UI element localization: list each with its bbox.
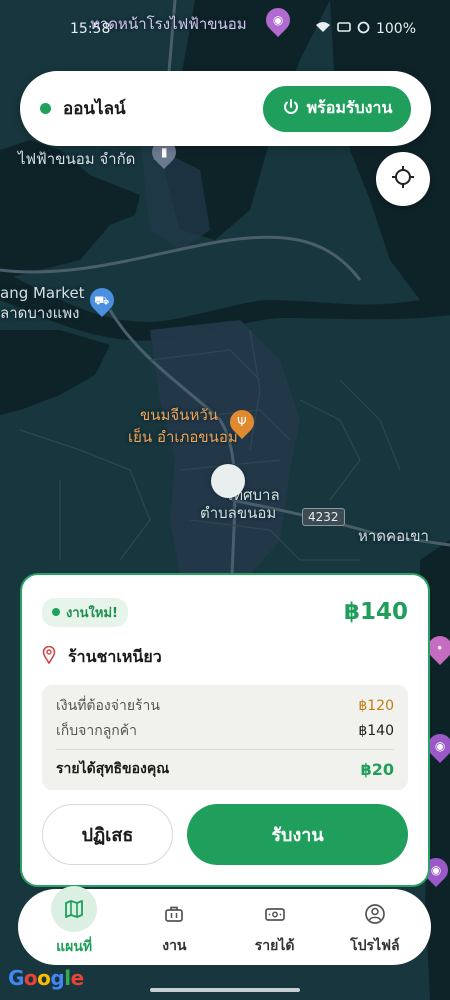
nav-item-profile[interactable]: โปรไฟล์ [330,897,420,957]
cash-icon [252,897,298,931]
current-location-marker [211,464,245,498]
ready-button-label: พร้อมรับงาน [306,98,393,117]
job-price: ฿140 [343,599,408,625]
nav-label-jobs: งาน [162,938,187,954]
new-job-badge-label: งานใหม่! [66,605,118,621]
net-income-row: รายได้สุทธิของคุณ ฿20 [56,754,394,784]
crosshair-icon [390,164,416,194]
nav-label-map: แผนที่ [56,939,93,955]
pay-shop-value: ฿120 [358,697,394,714]
collect-value: ฿140 [358,722,394,739]
nav-label-profile: โปรไฟล์ [350,938,400,954]
online-dot-icon [40,103,51,114]
shop-name: ร้านชาเหนียว [68,646,162,666]
battery-saver-icon [337,21,351,37]
collect-label: เก็บจากลูกค้า [56,722,137,739]
wifi-icon [315,21,331,37]
nav-item-earnings[interactable]: รายได้ [230,897,320,957]
breakdown-divider [56,749,394,750]
map-label-beach-right: หาดคอเขา [358,527,429,545]
payment-breakdown: เงินที่ต้องจ่ายร้าน ฿120 เก็บจากลูกค้า ฿… [42,685,408,790]
map-label-power-company: ไฟฟ้าขนอม จำกัด [18,150,136,168]
online-status-label: ออนไลน์ [63,99,126,119]
battery-ring-icon [357,21,370,38]
online-status-card: ออนไลน์ พร้อมรับงาน [20,71,431,146]
map-label-town-line2: ตำบลขนอม [200,504,277,522]
nav-label-earnings: รายได้ [254,938,295,954]
badge-dot-icon [52,608,60,616]
road-number-shield: 4232 [302,508,345,526]
online-status: ออนไลน์ [40,95,126,122]
power-icon [282,98,300,120]
nav-item-jobs[interactable]: งาน [129,897,219,957]
briefcase-icon [151,897,197,931]
reject-button[interactable]: ปฏิเสธ [42,804,173,865]
map-label-restaurant-line1: ขนมจีนหวัน [140,406,219,424]
net-income-label: รายได้สุทธิของคุณ [56,761,170,777]
location-pin-icon [42,645,56,668]
collect-row: เก็บจากลูกค้า ฿140 [56,718,394,743]
bottom-nav: แผนที่ งาน รายได้ โปรไฟล์ [18,886,431,965]
pay-shop-row: เงินที่ต้องจ่ายร้าน ฿120 [56,693,394,718]
google-logo: Google [8,966,84,990]
locate-me-button[interactable] [376,152,430,206]
map-label-market-en: ang Market [0,284,85,302]
battery-percent: 100% [375,21,416,37]
pay-shop-label: เงินที่ต้องจ่ายร้าน [56,697,160,714]
profile-icon [352,897,398,931]
job-offer-card: งานใหม่! ฿140 ร้านชาเหนียว เงินที่ต้องจ่… [20,573,430,887]
map-label-market-th: ลาดบางแพง [0,304,80,322]
status-time: 15:58 [70,21,111,37]
map-icon [51,886,98,932]
status-bar: 15:58 100% [0,18,450,40]
new-job-badge: งานใหม่! [42,597,128,627]
net-income-value: ฿20 [360,759,394,779]
home-indicator[interactable] [150,988,300,992]
map-label-restaurant-line2: เย็น อำเภอขนอม [128,428,238,446]
accept-button[interactable]: รับงาน [187,804,408,865]
ready-toggle-button[interactable]: พร้อมรับงาน [263,85,411,132]
nav-item-map[interactable]: แผนที่ [29,886,119,958]
